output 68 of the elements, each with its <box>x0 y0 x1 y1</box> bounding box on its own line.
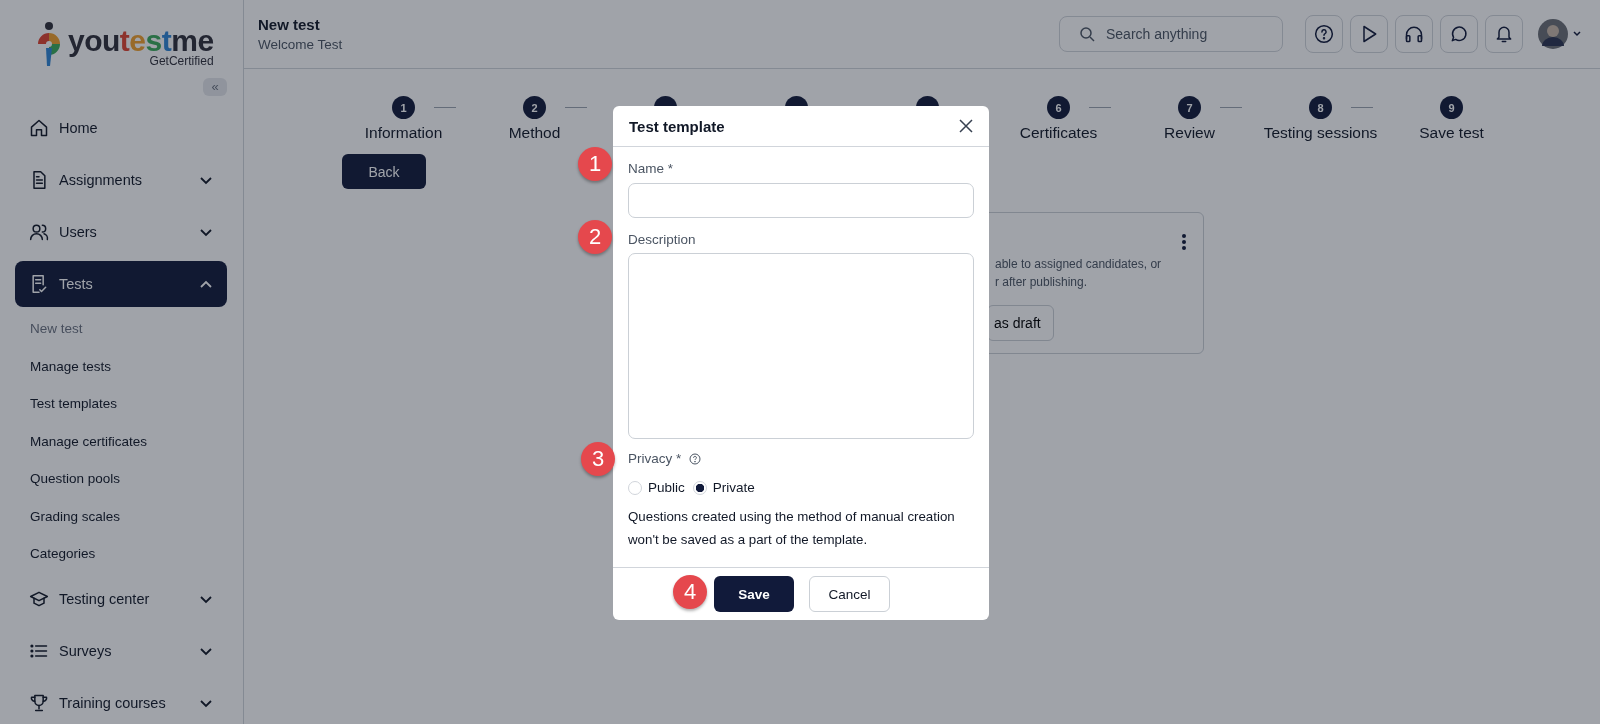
sidebar-subitem[interactable]: Test templates <box>15 385 227 423</box>
chat-button[interactable] <box>1440 15 1478 53</box>
close-icon[interactable] <box>959 119 973 133</box>
field-label: Privacy * <box>628 451 682 466</box>
sidebar-subitem[interactable]: Manage tests <box>15 347 227 385</box>
step-number: 7 <box>1178 96 1201 119</box>
home-icon <box>29 118 49 138</box>
name-field[interactable] <box>628 183 974 218</box>
annotation-marker: 1 <box>578 147 612 181</box>
logo-text: youtestme <box>68 26 214 56</box>
users-icon <box>29 222 49 242</box>
annotation-marker: 2 <box>578 220 612 254</box>
description-field[interactable] <box>628 253 974 439</box>
radio-button[interactable] <box>692 480 707 495</box>
caret-icon[interactable] <box>1572 30 1582 38</box>
sidebar-item[interactable]: Training courses <box>15 679 227 724</box>
chat-icon <box>1449 24 1469 44</box>
sidebar-item[interactable]: Tests <box>15 261 227 307</box>
card-text: able to assigned candidates, or <box>995 257 1163 271</box>
logo-tagline: GetCertified <box>149 54 214 68</box>
help-button[interactable] <box>1305 15 1343 53</box>
sidebar-item[interactable]: Home <box>15 105 227 151</box>
help-icon[interactable] <box>689 452 702 465</box>
step-label: Certificates <box>1019 124 1098 142</box>
card-text: r after publishing. <box>995 275 1089 289</box>
sidebar-item[interactable]: Users <box>15 209 227 255</box>
draft-button[interactable]: as draft <box>987 305 1054 341</box>
sidebar-item[interactable]: Assignments <box>15 157 227 203</box>
avatar[interactable] <box>1538 19 1568 49</box>
sidebar-subitem[interactable]: Categories <box>15 535 227 573</box>
annotation-marker: 3 <box>581 442 615 476</box>
sidebar-subitem[interactable]: Question pools <box>15 460 227 498</box>
step-label: Save test <box>1419 124 1484 142</box>
step-number: 2 <box>523 96 546 119</box>
notification-button[interactable] <box>1485 15 1523 53</box>
headphones-icon <box>1404 24 1424 44</box>
sidebar-item[interactable]: Surveys <box>15 627 227 674</box>
field-label: Name * <box>628 161 674 176</box>
radio-label[interactable]: Public <box>648 480 685 495</box>
notification-icon <box>1494 24 1514 44</box>
field-label: Description <box>628 232 697 247</box>
more-icon[interactable] <box>1181 233 1187 251</box>
dialog-title: Test template <box>629 117 725 135</box>
page-subtitle: Welcome Test <box>258 37 344 52</box>
page-title: New test <box>258 16 321 33</box>
radio-label[interactable]: Private <box>712 480 755 495</box>
headphones-button[interactable] <box>1395 15 1433 53</box>
clipboard-icon <box>29 274 49 294</box>
trophy-icon <box>29 692 49 713</box>
play-button[interactable] <box>1350 15 1388 53</box>
step-number: 8 <box>1309 96 1332 119</box>
step-number: 9 <box>1440 96 1463 119</box>
step-label: Testing sessions <box>1263 124 1378 142</box>
step-label: Method <box>508 124 561 142</box>
search-icon <box>1079 26 1095 42</box>
step-label: Review <box>1164 124 1215 142</box>
note-text: Questions created using the method of manual creation won't be saved as a part of the template. <box>628 508 956 549</box>
sidebar-subitem[interactable]: Manage certificates <box>15 422 227 460</box>
help-icon <box>1314 24 1334 44</box>
search-field[interactable]: Search anything <box>1059 16 1283 52</box>
cancel-button[interactable]: Cancel <box>809 576 890 612</box>
step-label: Information <box>364 124 443 142</box>
step-number: 1 <box>392 96 415 119</box>
save-button[interactable]: Save <box>714 576 794 612</box>
back-button[interactable]: Back <box>342 154 426 189</box>
step-number: 6 <box>1047 96 1070 119</box>
sidebar-item[interactable]: Testing center <box>15 575 227 622</box>
sidebar-subitem[interactable]: Grading scales <box>15 497 227 535</box>
